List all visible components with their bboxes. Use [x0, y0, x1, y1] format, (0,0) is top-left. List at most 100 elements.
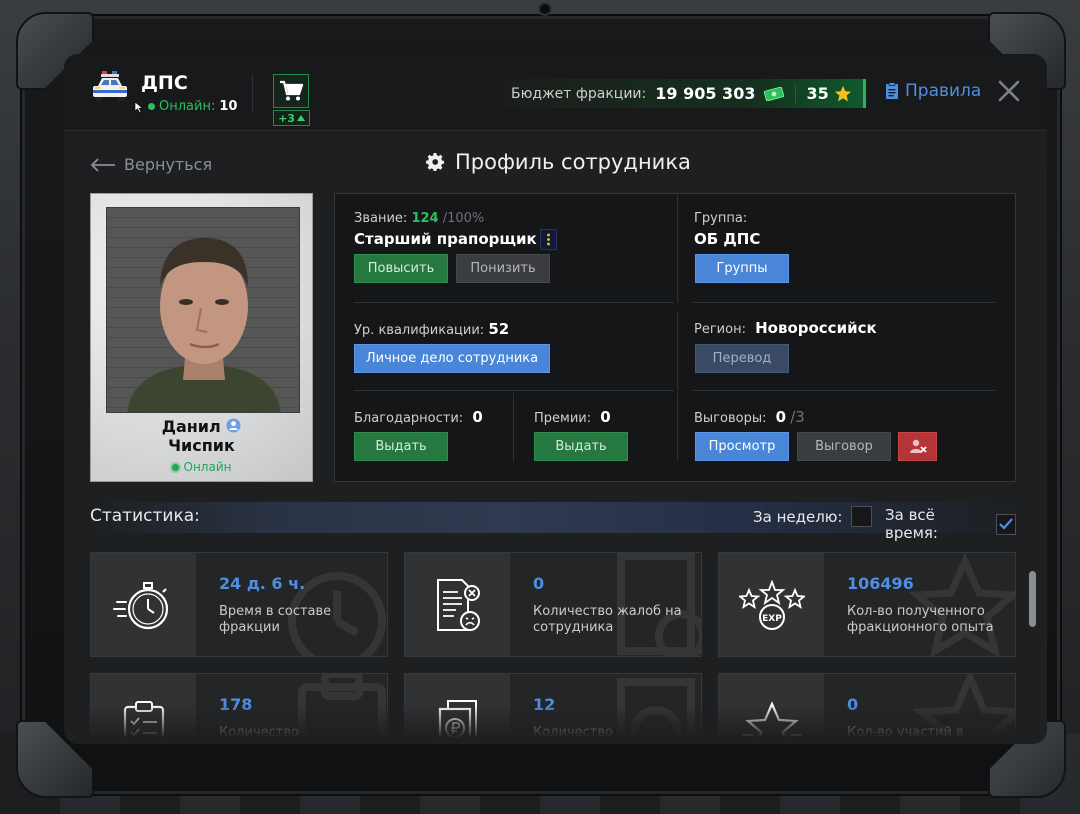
divider: [354, 302, 674, 303]
group-label: Группа:: [694, 211, 748, 226]
remove-reprimand-button[interactable]: [898, 432, 937, 461]
rank-name: Старший прапорщик: [354, 230, 537, 248]
personal-file-button[interactable]: Личное дело сотрудника: [354, 344, 550, 373]
rules-label: Правила: [905, 81, 982, 101]
week-filter[interactable]: За неделю:: [753, 506, 873, 527]
clipboard-checklist-icon: [123, 700, 164, 744]
divider: [692, 390, 996, 391]
employee-status: Онлайн: [91, 460, 312, 474]
employee-first-name: Данил: [161, 417, 221, 436]
stat-card-checklist: 178 Количество: [90, 673, 388, 744]
reprimands-label: Выговоры:: [694, 411, 767, 426]
online-indicator: Онлайн: 10: [134, 99, 237, 114]
gear-icon: [426, 152, 445, 171]
give-bonus-button[interactable]: Выдать: [534, 432, 628, 461]
stat-value: 106496: [847, 574, 914, 593]
page-title-text: Профиль сотрудника: [455, 150, 691, 174]
money-icon: [764, 86, 785, 101]
top-bar: ДПС Онлайн: 10 +3 Бюджет фракции: 19 905…: [64, 54, 1047, 131]
employee-portrait: [127, 238, 281, 412]
tablet-frame: ДПС Онлайн: 10 +3 Бюджет фракции: 19 905…: [16, 2, 1066, 798]
bonus-label: Премии:: [534, 411, 592, 426]
region-value: Новороссийск: [755, 319, 877, 337]
budget-label: Бюджет фракции:: [511, 85, 647, 102]
budget-value: 19 905 303: [655, 84, 756, 103]
rules-link[interactable]: Правила: [885, 81, 981, 101]
shop-badge-count: +3: [278, 111, 295, 125]
cart-icon: [280, 80, 303, 101]
promote-button[interactable]: Повысить: [354, 254, 448, 283]
give-thanks-button[interactable]: Выдать: [354, 432, 448, 461]
reprimands-max: /3: [790, 408, 805, 426]
view-reprimands-button[interactable]: Просмотр: [695, 432, 789, 461]
stat-description: Время в составе фракции: [219, 604, 332, 635]
thanks-value: 0: [472, 408, 483, 426]
thanks-label: Благодарности:: [354, 411, 464, 426]
stat-value: 24 д. 6 ч.: [219, 574, 306, 593]
qualification-value: 52: [488, 320, 510, 338]
complaint-document-icon: [436, 578, 480, 631]
stat-icon-box: [91, 674, 196, 744]
shop-button[interactable]: [273, 74, 309, 108]
employee-mugshot: [106, 207, 300, 413]
thanks-row: Благодарности: 0: [354, 408, 483, 426]
groups-button[interactable]: Группы: [695, 254, 789, 283]
star-icon: [834, 85, 851, 101]
divider: [354, 390, 674, 391]
group-name: ОБ ДПС: [694, 230, 761, 248]
statistics-title: Статистика:: [90, 506, 200, 526]
divider: [677, 194, 678, 302]
close-icon[interactable]: [998, 80, 1020, 102]
stars-value: 35: [806, 84, 829, 103]
online-count: 10: [219, 99, 238, 114]
stat-card-complaints: 0 Количество жалоб на сотрудника: [404, 552, 702, 657]
alltime-checkbox[interactable]: [996, 513, 1016, 535]
online-dot-icon: [148, 103, 155, 110]
cursor-icon: [134, 100, 144, 113]
demote-button[interactable]: Понизить: [456, 254, 550, 283]
qualification-label: Ур. квалификации:: [354, 323, 485, 338]
tablet-screen: ДПС Онлайн: 10 +3 Бюджет фракции: 19 905…: [64, 54, 1047, 744]
week-checkbox[interactable]: [851, 506, 873, 527]
bonus-row: Премии: 0: [534, 408, 611, 426]
arrow-up-icon: [296, 115, 305, 121]
stat-description: Количество: [219, 725, 299, 740]
user-circle-icon[interactable]: [226, 418, 241, 433]
faction-name: ДПС: [141, 72, 188, 94]
divider: [252, 74, 253, 112]
divider: [677, 393, 678, 461]
arrow-left-icon: [90, 157, 115, 172]
star-icon: [741, 700, 802, 744]
divider: [677, 312, 678, 390]
divider: [692, 302, 996, 303]
divider: [795, 84, 797, 103]
faction-budget: Бюджет фракции: 19 905 303 35: [504, 79, 866, 108]
stat-card-faction-time: 24 д. 6 ч. Время в составе фракции: [90, 552, 388, 657]
divider: [513, 393, 514, 461]
transfer-button[interactable]: Перевод: [695, 344, 789, 373]
rank-progress-max: /100%: [442, 211, 485, 226]
rank-label: Звание:: [354, 211, 408, 226]
scrollbar-thumb[interactable]: [1029, 571, 1036, 627]
bonus-value: 0: [600, 408, 611, 426]
rank-epaulette-icon: [540, 229, 557, 250]
stat-card-participation: 0 Кол-во участий в: [718, 673, 1016, 744]
online-dot-icon: [171, 463, 179, 471]
stat-icon-box: [405, 674, 510, 744]
alltime-filter[interactable]: За всё время:: [885, 506, 1016, 542]
back-button[interactable]: Вернуться: [90, 155, 212, 174]
user-remove-icon: [909, 439, 927, 453]
stat-description: Количество: [533, 725, 613, 740]
online-label: Онлайн:: [159, 99, 216, 114]
ruble-documents-icon: [438, 699, 477, 744]
week-filter-label: За неделю:: [753, 507, 843, 526]
stat-description: Кол-во полученного фракционного опыта: [847, 604, 994, 635]
stat-card-fines: 12 Количество: [404, 673, 702, 744]
back-label: Вернуться: [124, 155, 213, 174]
profile-info-panel: Звание: 124 /100% Старший прапорщик Повы…: [334, 193, 1016, 482]
shop-badge: +3: [273, 110, 310, 126]
stat-icon-box: [91, 553, 196, 656]
stopwatch-icon: [112, 581, 168, 629]
stat-value: 178: [219, 695, 253, 714]
reprimand-button[interactable]: Выговор: [797, 432, 891, 461]
